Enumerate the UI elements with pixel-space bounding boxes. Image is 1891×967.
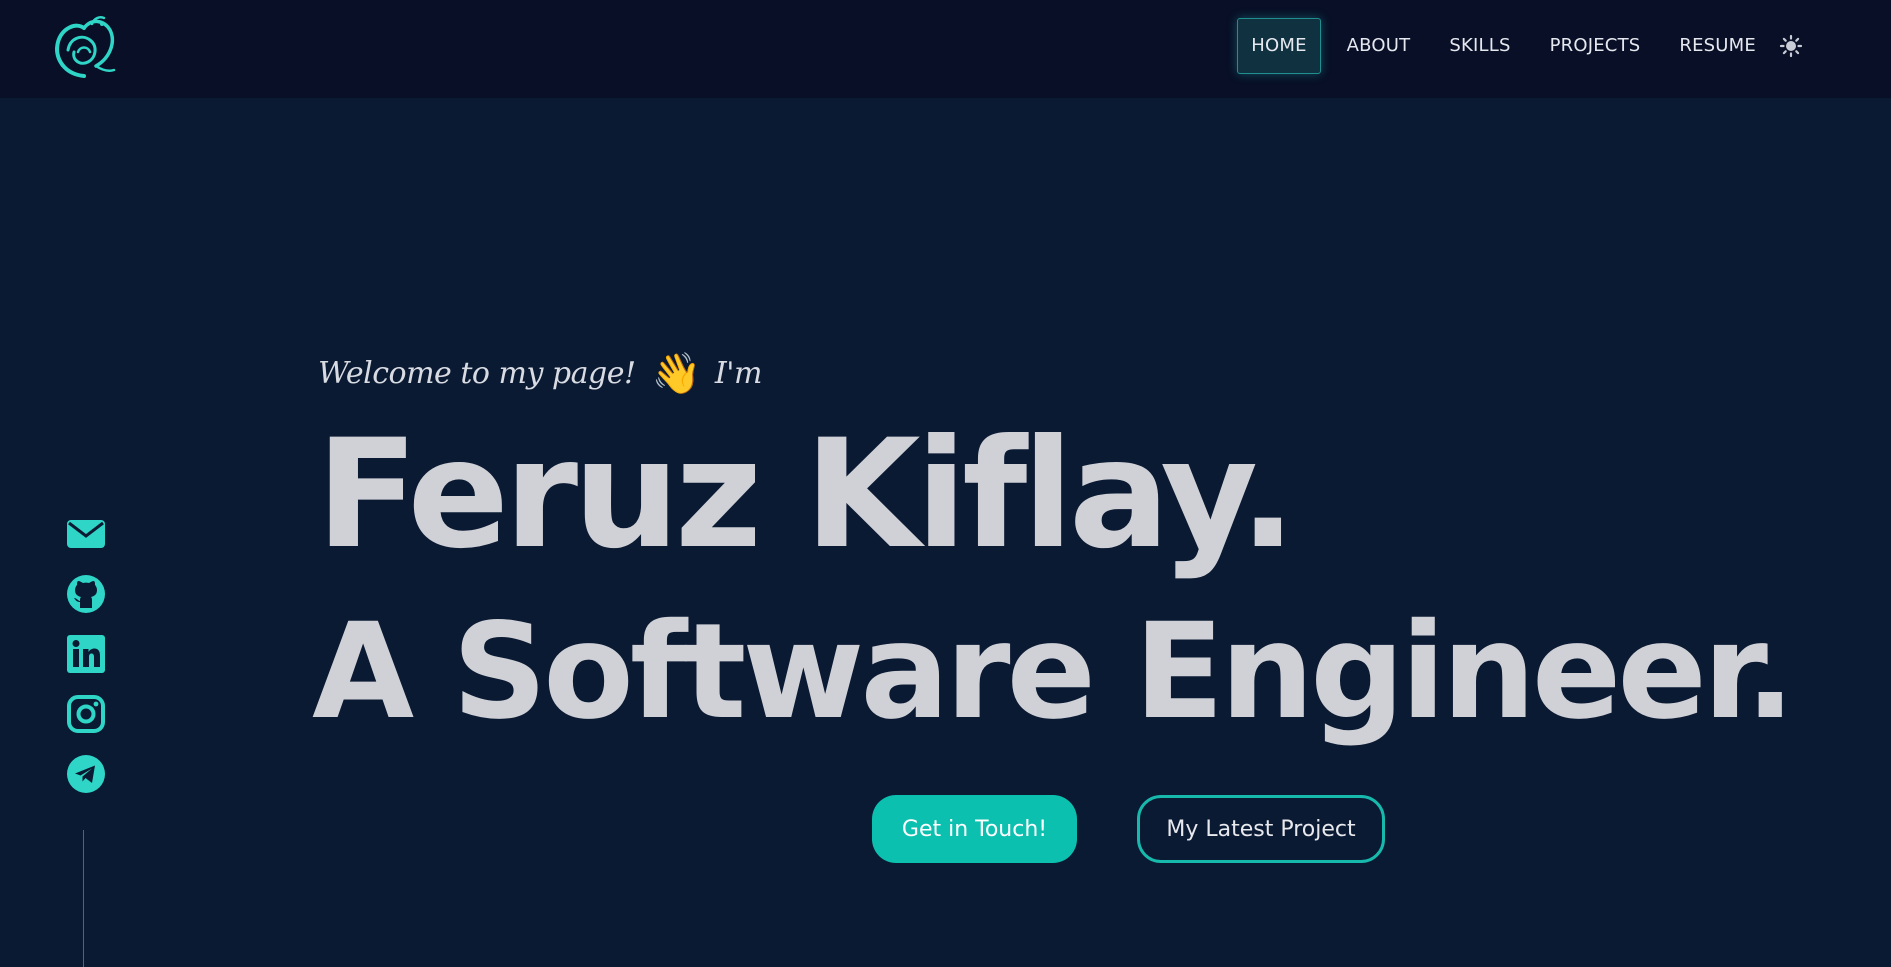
github-icon[interactable]	[66, 574, 106, 614]
phoenix-logo-icon[interactable]	[48, 10, 120, 82]
latest-project-button[interactable]: My Latest Project	[1137, 795, 1385, 863]
greeting-text: Welcome to my page!	[318, 356, 636, 391]
hero-name: Feruz Kiflay.	[316, 408, 1296, 582]
telegram-icon[interactable]	[66, 754, 106, 794]
linkedin-icon[interactable]	[66, 634, 106, 674]
hero-role: A Software Engineer.	[312, 595, 1795, 749]
nav-resume[interactable]: RESUME	[1666, 18, 1769, 74]
nav-about[interactable]: ABOUT	[1334, 18, 1424, 74]
waving-hand-icon: 👋	[651, 351, 702, 397]
get-in-touch-button[interactable]: Get in Touch!	[872, 795, 1077, 863]
nav-skills[interactable]: SKILLS	[1436, 18, 1523, 74]
nav-home[interactable]: HOME	[1237, 18, 1321, 74]
sidebar-divider	[83, 830, 84, 967]
social-sidebar	[66, 514, 106, 814]
email-icon[interactable]	[66, 514, 106, 554]
page: HOME ABOUT SKILLS PROJECTS RESUME Welcom…	[0, 0, 1891, 967]
nav-projects[interactable]: PROJECTS	[1537, 18, 1654, 74]
instagram-icon[interactable]	[66, 694, 106, 734]
sun-icon[interactable]	[1779, 34, 1803, 58]
navbar: HOME ABOUT SKILLS PROJECTS RESUME	[0, 0, 1891, 98]
greeting-suffix: I'm	[714, 356, 763, 391]
main-nav: HOME ABOUT SKILLS PROJECTS RESUME	[1237, 18, 1803, 74]
greeting-line: Welcome to my page! 👋 I'm	[318, 350, 762, 397]
